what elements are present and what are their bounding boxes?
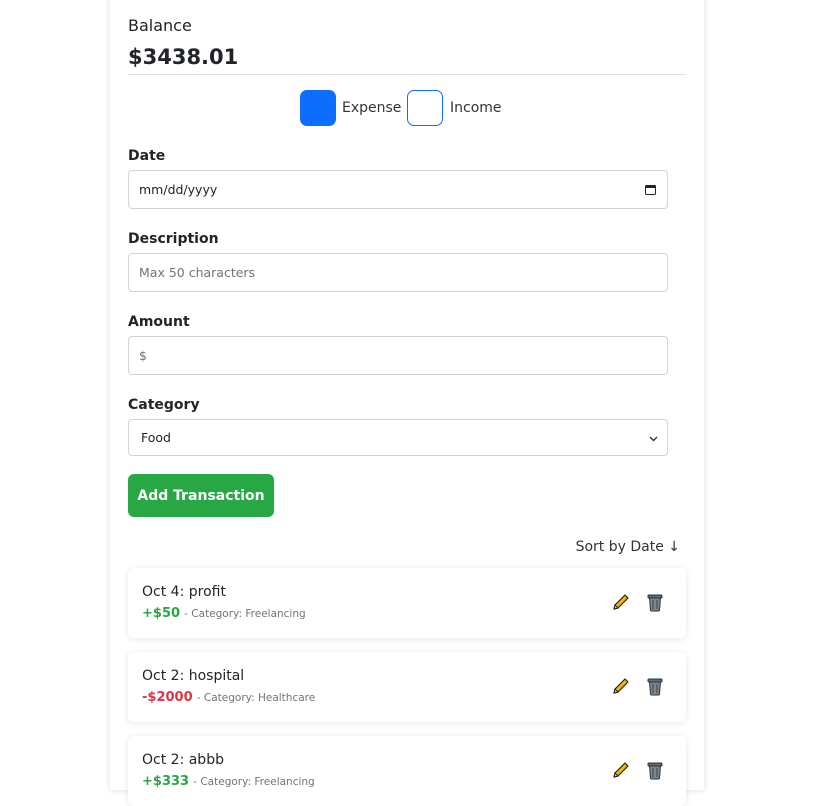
transaction-item: Oct 4: profit +$50 - Category: Freelanci… [128, 568, 686, 638]
sort-by-date-button[interactable]: Sort by Date ↓ [576, 539, 680, 555]
category-select[interactable]: Food [128, 419, 668, 456]
trash-icon[interactable] [646, 760, 664, 780]
balance-value: $3438.01 [128, 45, 239, 69]
transaction-title: Oct 2: hospital [142, 668, 245, 684]
amount-input[interactable]: $ [128, 336, 668, 375]
date-label: Date [128, 148, 166, 164]
balance-label: Balance [128, 16, 192, 35]
transaction-amount: -$2000 [142, 690, 193, 705]
income-toggle-button[interactable] [407, 90, 443, 126]
transaction-title: Oct 4: profit [142, 584, 226, 600]
description-input[interactable]: Max 50 characters [128, 253, 668, 292]
trash-icon[interactable] [646, 592, 664, 612]
transaction-item: Oct 2: abbb +$333 - Category: Freelancin… [128, 736, 686, 806]
chevron-down-icon [649, 436, 658, 442]
add-transaction-button[interactable]: Add Transaction [128, 474, 274, 517]
description-placeholder: Max 50 characters [139, 265, 256, 280]
category-label: Category [128, 397, 200, 413]
expense-toggle-button[interactable] [300, 90, 336, 126]
transaction-card: Balance $3438.01 Expense Income Date mm/… [110, 0, 704, 806]
date-placeholder: mm/dd/yyyy [139, 182, 218, 197]
income-toggle-label: Income [450, 100, 502, 116]
pencil-icon[interactable] [611, 592, 631, 612]
amount-placeholder: $ [139, 348, 147, 363]
transaction-category: - Category: Freelancing [184, 608, 306, 620]
date-input[interactable]: mm/dd/yyyy [128, 170, 668, 209]
pencil-icon[interactable] [611, 676, 631, 696]
transaction-item: Oct 2: hospital -$2000 - Category: Healt… [128, 652, 686, 722]
calendar-icon[interactable] [645, 184, 656, 195]
description-label: Description [128, 231, 219, 247]
divider [128, 74, 686, 75]
transaction-amount: +$50 [142, 606, 181, 621]
pencil-icon[interactable] [611, 760, 631, 780]
transaction-category: - Category: Freelancing [193, 776, 315, 788]
amount-label: Amount [128, 314, 190, 330]
transaction-title: Oct 2: abbb [142, 752, 224, 768]
expense-toggle-label: Expense [342, 100, 402, 116]
trash-icon[interactable] [646, 676, 664, 696]
category-selected-value: Food [141, 430, 171, 445]
transaction-amount: +$333 [142, 774, 190, 789]
transaction-category: - Category: Healthcare [196, 692, 316, 704]
